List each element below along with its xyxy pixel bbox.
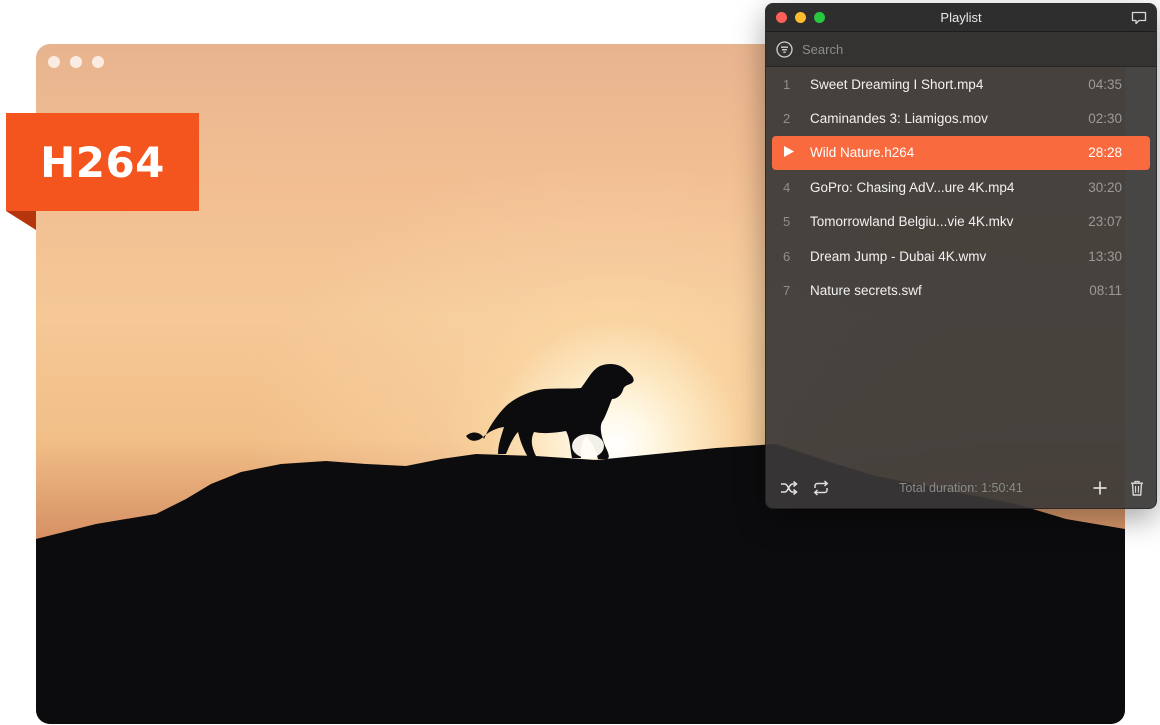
trash-icon[interactable] [1128, 480, 1146, 496]
playlist-item[interactable]: 7 Nature secrets.swf 08:11 [766, 273, 1156, 307]
playlist-item-duration: 23:07 [1088, 214, 1122, 230]
minimize-dot[interactable] [70, 56, 82, 68]
playlist-item-duration: 02:30 [1088, 111, 1122, 127]
play-icon-cell [772, 145, 810, 161]
playlist-item-number: 5 [783, 214, 791, 230]
playlist-item-name: Sweet Dreaming I Short.mp4 [810, 76, 984, 92]
playlist-item-duration: 28:28 [1088, 145, 1122, 161]
playlist-item-playing[interactable]: Wild Nature.h264 28:28 [772, 135, 1150, 171]
playlist-item-name: Dream Jump - Dubai 4K.wmv [810, 248, 987, 264]
player-window-controls [48, 56, 104, 68]
playlist-item-name: Tomorrowland Belgiu...vie 4K.mkv [810, 214, 1014, 230]
playlist-search-bar [766, 32, 1156, 67]
format-badge: H264 [6, 113, 199, 211]
playlist-item-name: Caminandes 3: Liamigos.mov [810, 111, 988, 127]
chat-bubble-icon[interactable] [1131, 11, 1147, 25]
playlist-item[interactable]: 1 Sweet Dreaming I Short.mp4 04:35 [766, 67, 1156, 101]
playlist-item-duration: 13:30 [1088, 248, 1122, 264]
playlist-item-name: Wild Nature.h264 [810, 145, 915, 161]
plus-icon[interactable] [1091, 480, 1109, 496]
playlist-titlebar: Playlist [766, 4, 1156, 32]
playlist-item-duration: 30:20 [1088, 179, 1122, 195]
close-dot[interactable] [48, 56, 60, 68]
playlist-item-number: 6 [783, 248, 791, 264]
playlist-footer: Total duration: 1:50:41 [766, 468, 1156, 508]
zoom-dot[interactable] [92, 56, 104, 68]
playlist-items: 1 Sweet Dreaming I Short.mp4 04:35 2 Cam… [766, 67, 1156, 308]
playlist-item-number: 4 [783, 179, 791, 195]
playlist-item-number: 7 [783, 283, 791, 299]
playlist-item-duration: 04:35 [1088, 76, 1122, 92]
play-icon [784, 145, 794, 157]
playlist-panel: Playlist 1 Sweet Dreaming I Short.mp4 04… [765, 3, 1157, 509]
playlist-item[interactable]: 6 Dream Jump - Dubai 4K.wmv 13:30 [766, 239, 1156, 273]
playlist-item-name: Nature secrets.swf [810, 283, 922, 299]
playlist-item[interactable]: 5 Tomorrowland Belgiu...vie 4K.mkv 23:07 [766, 205, 1156, 239]
format-badge-fold [6, 211, 36, 230]
playlist-title: Playlist [940, 10, 982, 25]
playlist-item-duration: 08:11 [1089, 283, 1122, 299]
playlist-search-input[interactable] [802, 41, 1132, 57]
filter-icon[interactable] [776, 40, 793, 58]
playlist-item-number: 1 [783, 76, 791, 92]
playlist-item-name: GoPro: Chasing AdV...ure 4K.mp4 [810, 179, 1015, 195]
playlist-item-number: 2 [783, 111, 791, 127]
format-badge-text: H264 [40, 137, 165, 187]
playlist-item[interactable]: 2 Caminandes 3: Liamigos.mov 02:30 [766, 101, 1156, 135]
playlist-item[interactable]: 4 GoPro: Chasing AdV...ure 4K.mp4 30:20 [766, 170, 1156, 204]
